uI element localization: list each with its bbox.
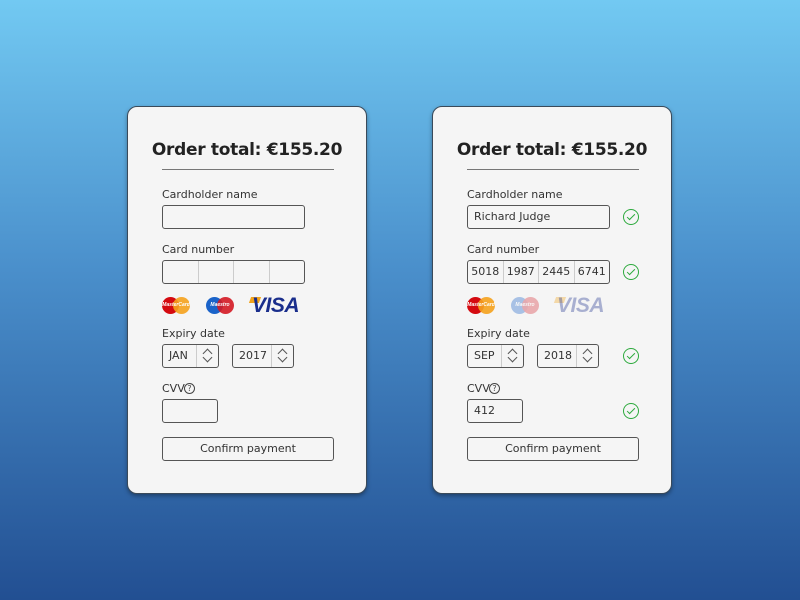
- expiry-year-spinner[interactable]: 2018: [537, 344, 599, 368]
- card-number-segment-2[interactable]: [199, 261, 234, 283]
- order-total-title: Order total: €155.20: [456, 140, 648, 160]
- expiry-date-label: Expiry date: [467, 327, 530, 340]
- cvv-input[interactable]: [162, 399, 218, 423]
- maestro-logo-icon: Maestro: [511, 297, 539, 314]
- title-divider: [467, 169, 639, 170]
- visa-logo-icon: VISA: [557, 294, 605, 317]
- spinner-buttons[interactable]: [271, 345, 293, 367]
- cardholder-name-input[interactable]: [162, 205, 305, 229]
- expiry-year-spinner[interactable]: 2017: [232, 344, 294, 368]
- card-number-segment-1[interactable]: 5018: [468, 261, 504, 283]
- order-total-title: Order total: €155.20: [151, 140, 343, 160]
- card-number-segment-2[interactable]: 1987: [504, 261, 539, 283]
- expiry-month-value[interactable]: JAN: [163, 345, 196, 367]
- valid-check-icon: [623, 403, 639, 419]
- valid-check-icon: [623, 264, 639, 280]
- card-number-segment-4[interactable]: 6741: [575, 261, 610, 283]
- payment-form-empty: Order total: €155.20 Cardholder name Car…: [127, 106, 367, 494]
- card-number-input[interactable]: [162, 260, 305, 284]
- card-number-segment-3[interactable]: [234, 261, 270, 283]
- expiry-month-spinner[interactable]: SEP: [467, 344, 524, 368]
- maestro-logo-icon: Maestro: [206, 297, 234, 314]
- cvv-label: CVV: [467, 382, 490, 395]
- valid-check-icon: [623, 209, 639, 225]
- expiry-month-value[interactable]: SEP: [468, 345, 501, 367]
- cvv-input[interactable]: 412: [467, 399, 523, 423]
- expiry-date-label: Expiry date: [162, 327, 225, 340]
- card-number-input[interactable]: 5018 1987 2445 6741: [467, 260, 610, 284]
- confirm-payment-button[interactable]: Confirm payment: [467, 437, 639, 461]
- help-icon[interactable]: ?: [489, 383, 500, 394]
- expiry-year-value[interactable]: 2018: [538, 345, 576, 367]
- card-number-segment-1[interactable]: [163, 261, 199, 283]
- card-brand-logos: MasterCard Maestro VISA: [162, 294, 307, 317]
- cardholder-name-input[interactable]: Richard Judge: [467, 205, 610, 229]
- confirm-payment-button[interactable]: Confirm payment: [162, 437, 334, 461]
- expiry-month-spinner[interactable]: JAN: [162, 344, 219, 368]
- cardholder-label: Cardholder name: [162, 188, 258, 201]
- cvv-label: CVV: [162, 382, 185, 395]
- visa-logo-icon: VISA: [252, 294, 300, 317]
- card-number-label: Card number: [467, 243, 540, 256]
- expiry-year-value[interactable]: 2017: [233, 345, 271, 367]
- spinner-buttons[interactable]: [501, 345, 523, 367]
- payment-form-filled: Order total: €155.20 Cardholder name Ric…: [432, 106, 672, 494]
- valid-check-icon: [623, 348, 639, 364]
- cardholder-label: Cardholder name: [467, 188, 563, 201]
- spinner-buttons[interactable]: [196, 345, 218, 367]
- title-divider: [162, 169, 334, 170]
- mastercard-logo-icon: MasterCard: [162, 297, 190, 314]
- help-icon[interactable]: ?: [184, 383, 195, 394]
- card-number-label: Card number: [162, 243, 235, 256]
- mastercard-logo-icon: MasterCard: [467, 297, 495, 314]
- card-number-segment-3[interactable]: 2445: [539, 261, 575, 283]
- spinner-buttons[interactable]: [576, 345, 598, 367]
- card-brand-logos: MasterCard Maestro VISA: [467, 294, 612, 317]
- card-number-segment-4[interactable]: [270, 261, 305, 283]
